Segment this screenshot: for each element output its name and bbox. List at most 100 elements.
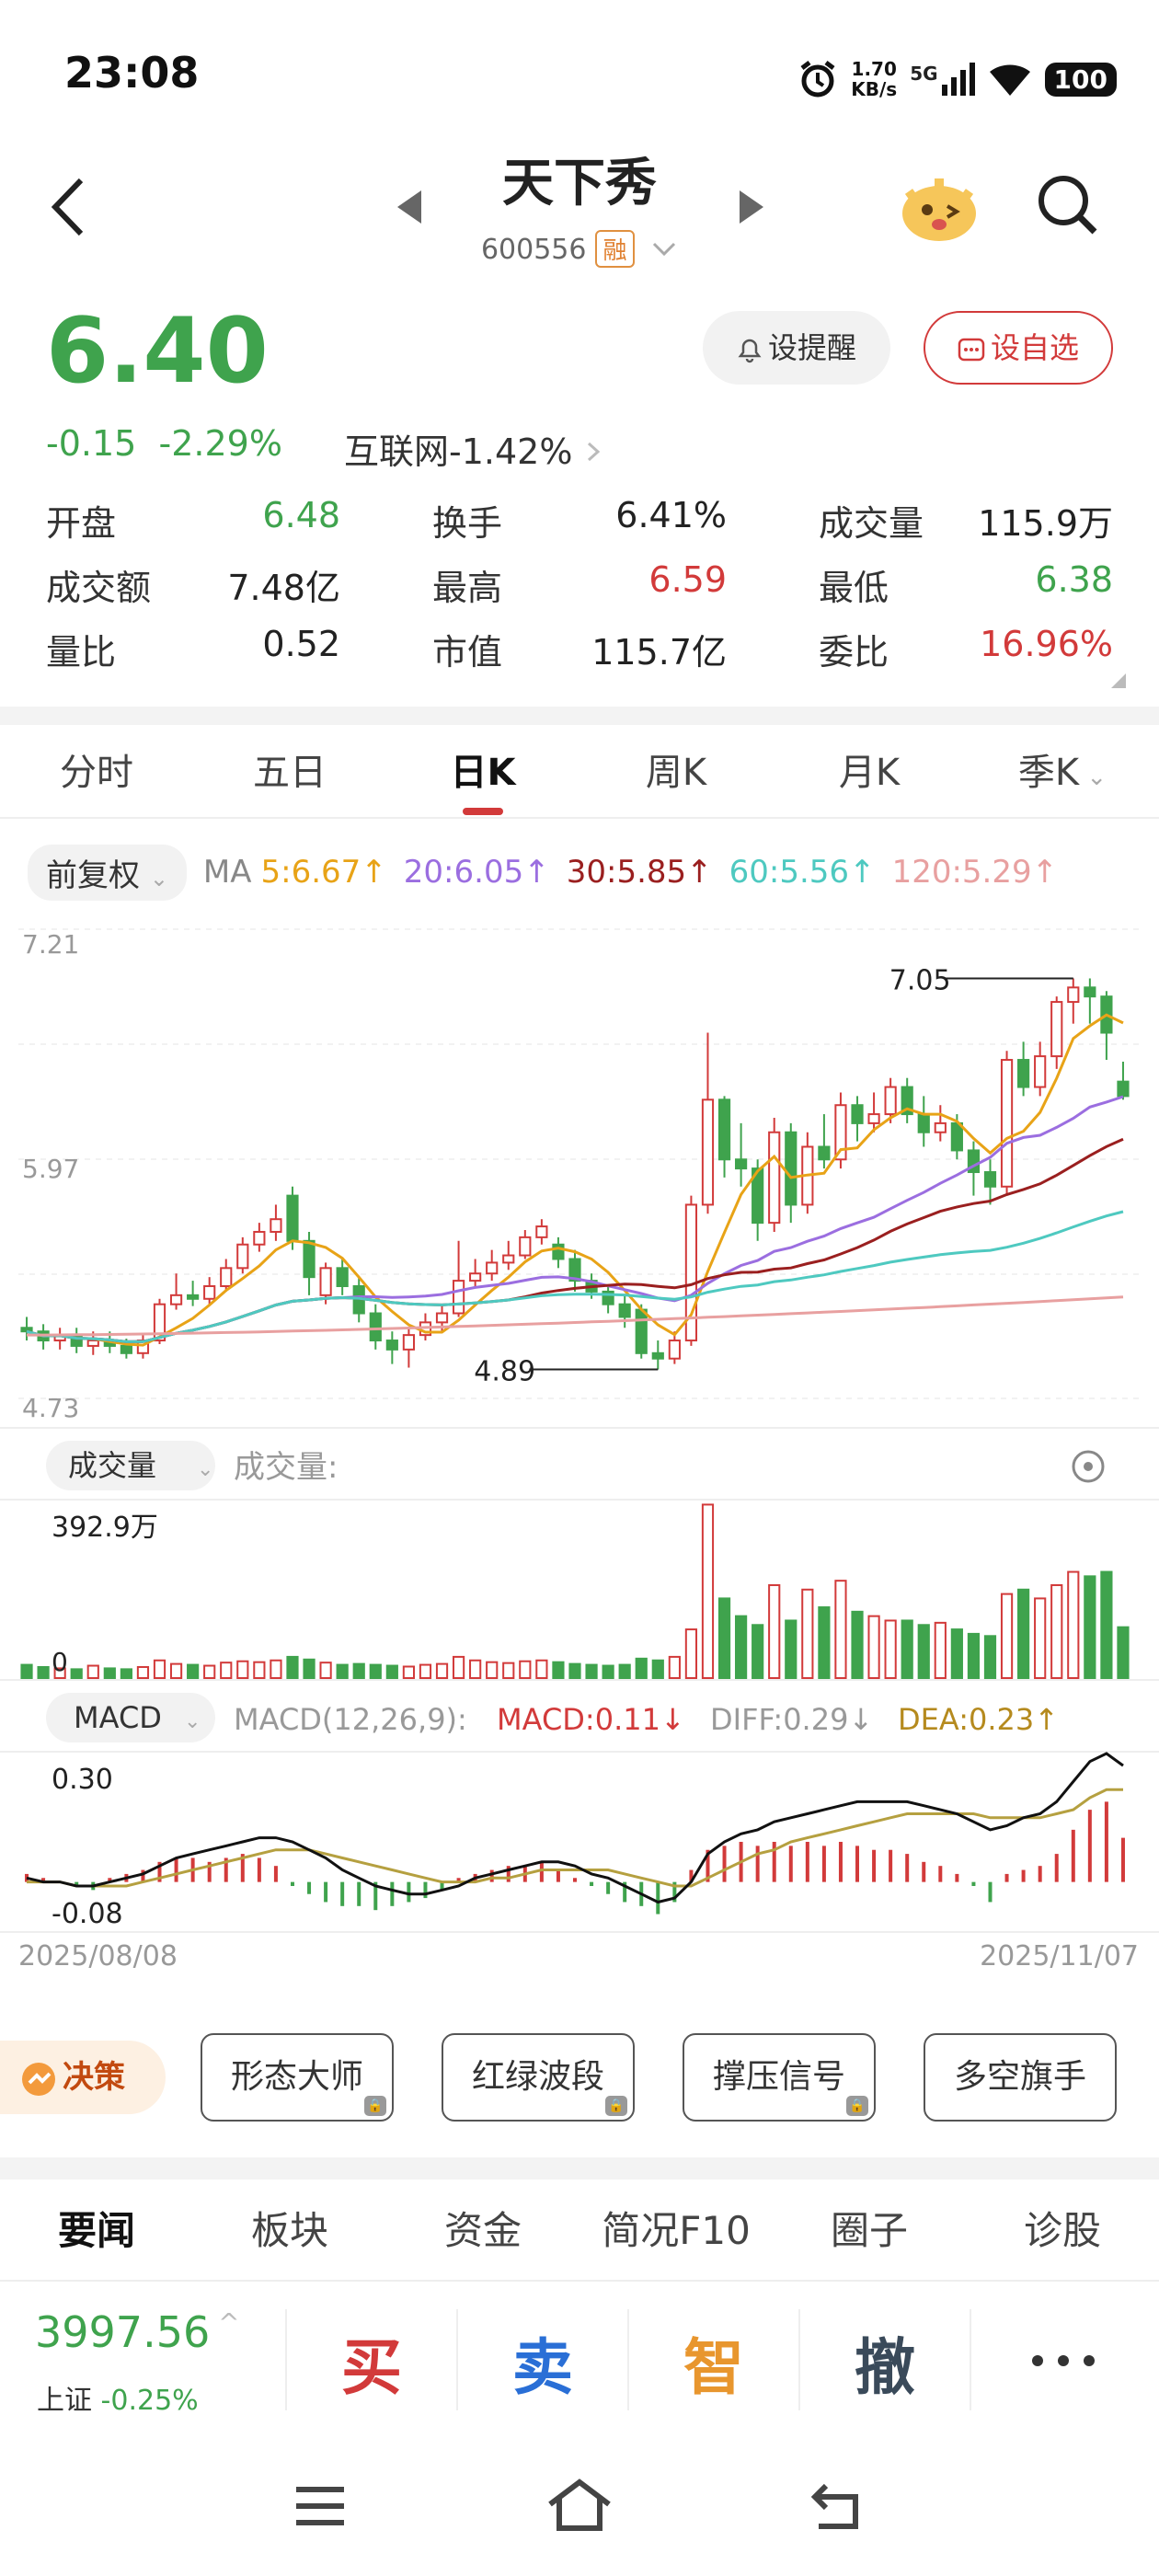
stat-value: 6.38 <box>1035 558 1113 600</box>
volume-bar <box>37 1665 50 1680</box>
stats-row: 量比 0.52 市值 115.7亿 委比 16.96% <box>46 616 1113 681</box>
volume-bar <box>585 1663 598 1680</box>
volume-bar <box>967 1632 981 1680</box>
tab-4[interactable]: 月K <box>773 727 966 817</box>
volume-bar <box>20 1663 33 1680</box>
candle-body <box>668 1340 681 1360</box>
battery-indicator: 100 <box>1044 62 1117 97</box>
buy-button[interactable]: 买 <box>289 2318 454 2407</box>
candle-body <box>187 1294 200 1300</box>
volume-bar <box>419 1663 432 1680</box>
candle-body <box>701 1098 715 1206</box>
volume-bar <box>369 1663 382 1680</box>
index-value[interactable]: 3997.56 ^ <box>35 2307 240 2357</box>
candle-body <box>236 1243 249 1270</box>
tab-1[interactable]: 五日 <box>193 727 386 817</box>
volume-bar <box>785 1619 798 1680</box>
add-watchlist-button[interactable]: 设自选 <box>924 311 1113 385</box>
news-tab-2[interactable]: 资金 <box>386 2180 580 2280</box>
back-nav-icon[interactable] <box>809 2480 868 2532</box>
stat-cell: 成交额 7.48亿 <box>46 559 340 610</box>
mascot-icon[interactable] <box>898 171 981 245</box>
volume-bar <box>336 1663 349 1680</box>
candle-body <box>385 1340 398 1351</box>
candle-body <box>983 1171 997 1188</box>
stat-label: 开盘 <box>46 502 117 544</box>
volume-bar <box>253 1661 266 1679</box>
decision-button[interactable]: 决策 <box>0 2041 166 2114</box>
stats-row: 成交额 7.48亿 最高 6.59 最低 6.38 <box>46 552 1113 616</box>
volume-bar <box>950 1628 963 1679</box>
volume-bar <box>1017 1588 1030 1679</box>
stock-code: 600556 <box>480 234 587 266</box>
candle-body <box>435 1312 449 1324</box>
volume-bar <box>1034 1597 1047 1679</box>
tab-3[interactable]: 周K <box>580 727 773 817</box>
lock-icon: 🔒 <box>846 2096 868 2116</box>
stats-row: 开盘 6.48 换手 6.41% 成交量 115.9万 <box>46 488 1113 552</box>
tool-button-3[interactable]: 多空旗手 <box>924 2033 1117 2122</box>
home-icon[interactable] <box>546 2477 613 2534</box>
candle-body <box>519 1236 532 1257</box>
search-icon[interactable] <box>1034 171 1100 237</box>
news-tab-0[interactable]: 要闻 <box>0 2180 193 2280</box>
stat-label: 成交额 <box>46 567 152 608</box>
set-reminder-button[interactable]: 设提醒 <box>703 311 890 385</box>
more-icon[interactable] <box>1028 2352 1098 2370</box>
news-tab-4[interactable]: 圈子 <box>773 2180 966 2280</box>
news-tab-1[interactable]: 板块 <box>193 2180 386 2280</box>
tab-0[interactable]: 分时 <box>0 727 193 817</box>
min-price-label: 4.89 <box>474 1356 535 1388</box>
divider <box>0 2157 1159 2179</box>
stat-value: 7.48亿 <box>227 567 340 608</box>
stat-cell: 委比 16.96% <box>819 624 1113 674</box>
volume-bar <box>651 1659 664 1680</box>
volume-bar <box>552 1661 565 1679</box>
tool-button-0[interactable]: 形态大师 🔒 <box>201 2033 394 2122</box>
stat-cell: 成交量 115.9万 <box>819 495 1113 546</box>
volume-bar <box>867 1615 880 1679</box>
volume-bar <box>153 1659 166 1680</box>
volume-bar <box>319 1662 332 1679</box>
chevron-right-icon <box>587 442 600 462</box>
tab-2[interactable]: 日K <box>386 727 580 817</box>
candle-body <box>768 1131 781 1225</box>
stock-code-row[interactable]: 600556 融 <box>0 230 1159 268</box>
tool-button-2[interactable]: 撑压信号 🔒 <box>683 2033 876 2122</box>
news-tabs: 要闻 板块 资金 简况F10 圈子 诊股 <box>0 2180 1159 2282</box>
status-icons: 1.70 KB/s 5G 100 <box>798 52 1117 107</box>
bell-icon <box>738 339 762 363</box>
candle-body <box>1117 1080 1130 1098</box>
volume-bar <box>86 1664 99 1680</box>
candle-body <box>402 1334 416 1351</box>
volume-bar <box>120 1668 132 1679</box>
max-price-label: 7.05 <box>889 964 951 996</box>
tab-5[interactable]: 季K ⌄ <box>966 727 1159 817</box>
smart-button[interactable]: 智 <box>631 2318 797 2407</box>
volume-bar <box>917 1624 930 1680</box>
expand-corner-icon[interactable] <box>1109 672 1128 690</box>
candle-body <box>635 1308 648 1354</box>
cancel-order-button[interactable]: 撤 <box>802 2318 968 2407</box>
candle-body <box>717 1098 731 1161</box>
adjust-selector[interactable]: 前复权 ⌄ <box>28 844 187 901</box>
menu-icon[interactable] <box>293 2484 348 2528</box>
news-tab-3[interactable]: 简况F10 <box>580 2180 773 2280</box>
stat-label: 最高 <box>432 567 503 608</box>
candle-body <box>950 1121 963 1152</box>
volume-bar <box>668 1655 681 1679</box>
price-change: -0.15 -2.29% <box>46 423 282 464</box>
sell-button[interactable]: 卖 <box>460 2318 625 2407</box>
candle-body <box>818 1145 831 1161</box>
news-tab-5[interactable]: 诊股 <box>966 2180 1159 2280</box>
kline-chart[interactable]: 7.21 5.97 4.73 7.05 4.89 成交量 ⌄ 成交量: 392.9万 0MACD ⌄… <box>0 920 1159 1969</box>
stat-label: 市值 <box>432 631 503 673</box>
tool-button-1[interactable]: 红绿波段 🔒 <box>442 2033 635 2122</box>
sector-link[interactable]: 互联网-1.42% <box>344 423 602 474</box>
volume-bar <box>385 1664 398 1680</box>
volume-bar <box>502 1662 515 1680</box>
ma60-value: 60:5.56↑ <box>729 854 876 891</box>
volume-bar <box>635 1657 648 1679</box>
candle-body <box>369 1312 382 1342</box>
ma30-value: 30:5.85↑ <box>566 854 713 891</box>
